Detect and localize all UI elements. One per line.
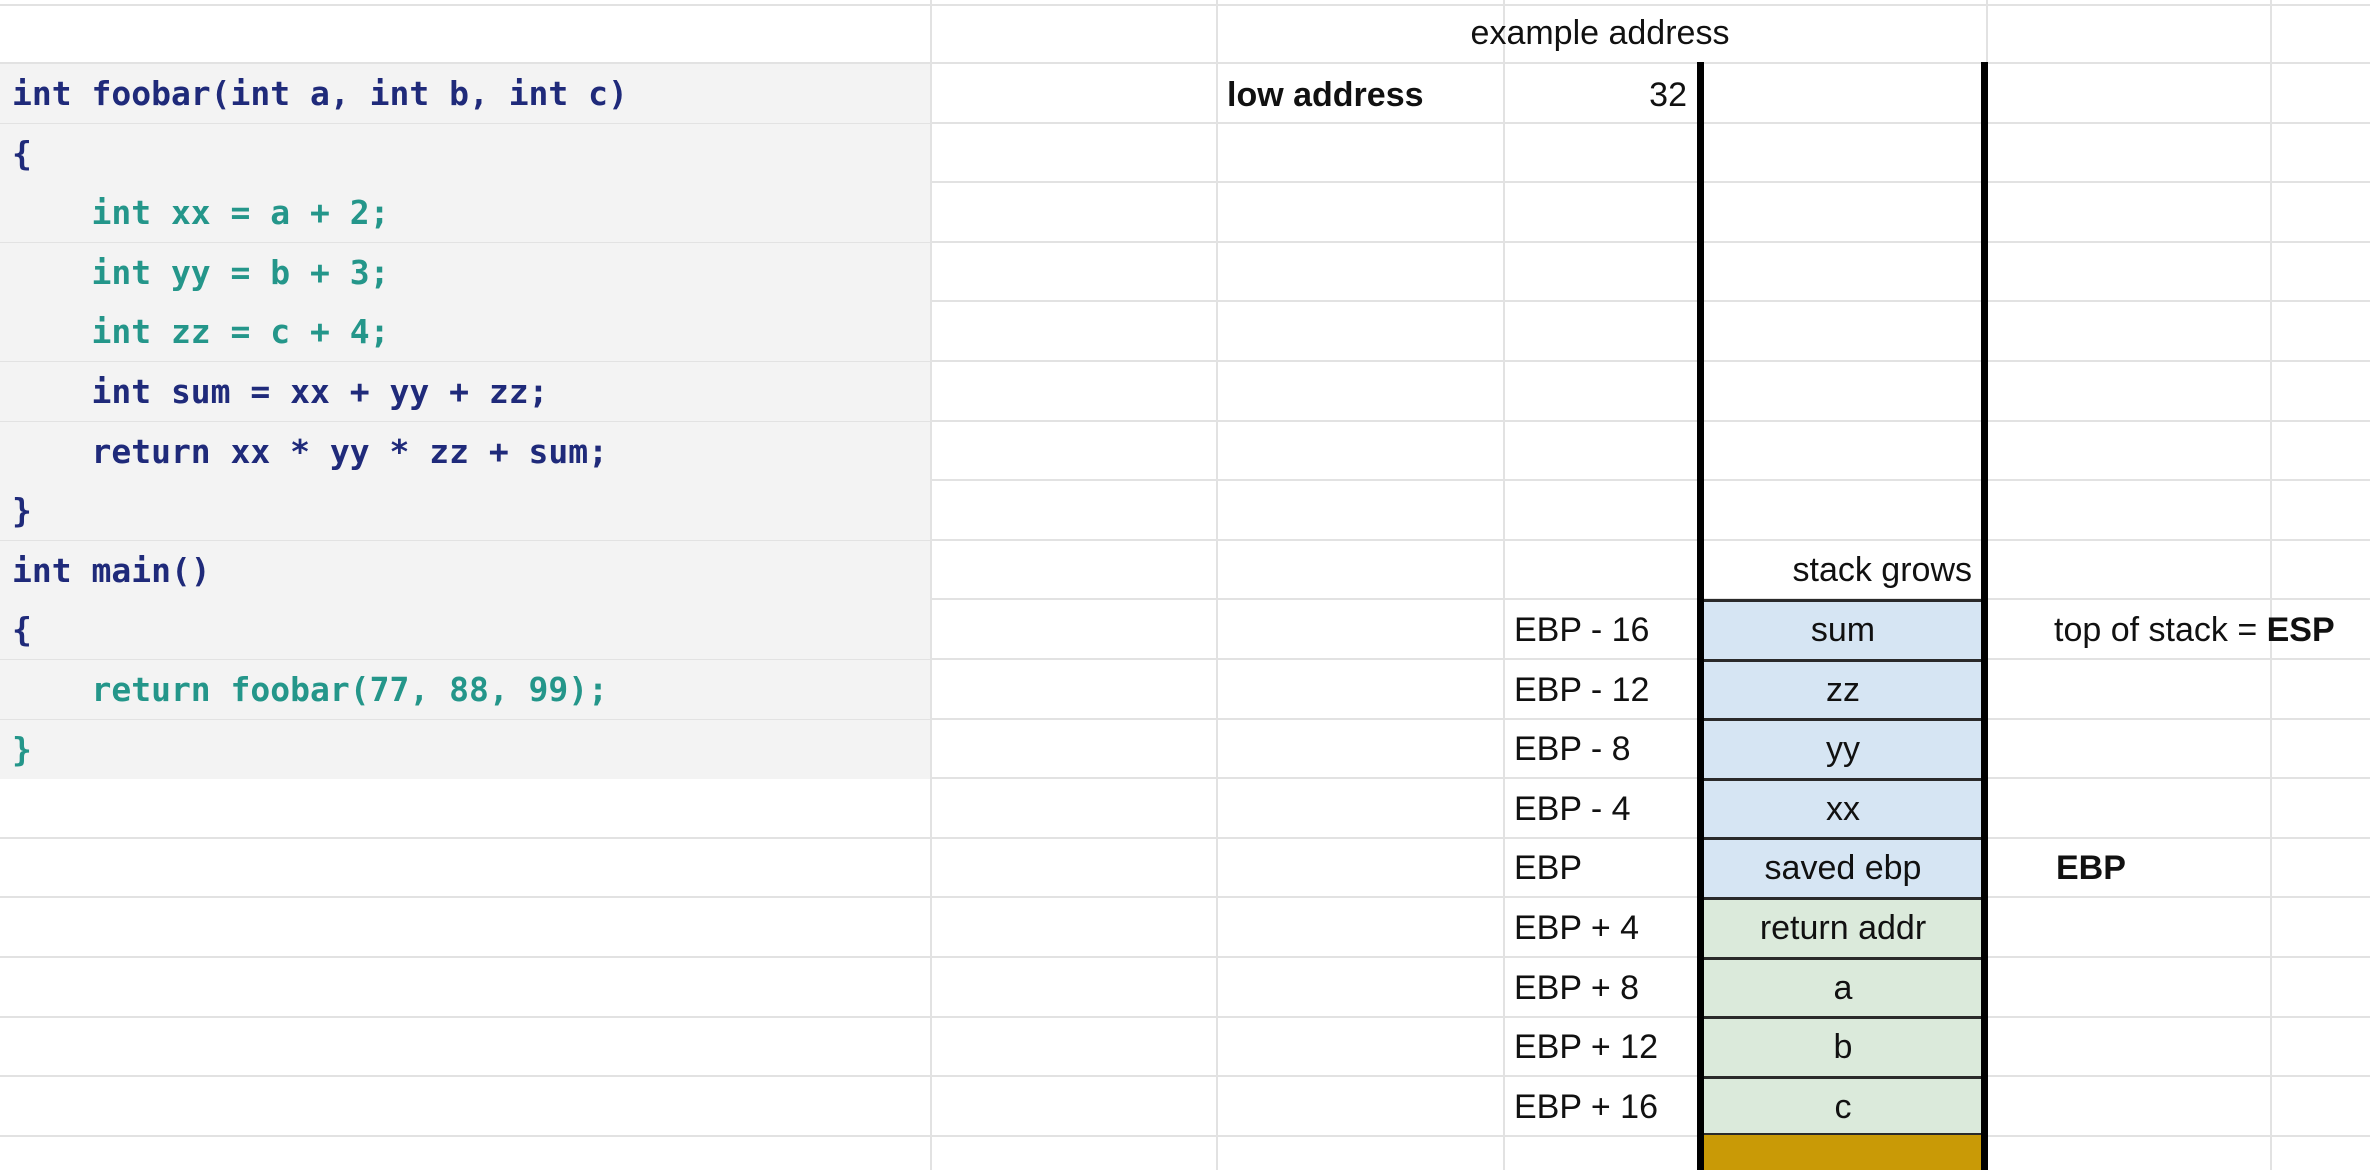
stack-slot-border bbox=[1702, 1016, 1984, 1019]
top-of-stack-text: top of stack = bbox=[2054, 611, 2267, 649]
gridline-col bbox=[1216, 0, 1218, 1170]
code-line[interactable]: { bbox=[0, 600, 930, 659]
stack-slot[interactable]: sum bbox=[1702, 601, 1984, 660]
code-line[interactable]: int zz = c + 4; bbox=[0, 302, 930, 361]
stack-slot-border bbox=[1702, 957, 1984, 960]
gridline-row bbox=[0, 956, 2370, 958]
stack-slot-border bbox=[1702, 778, 1984, 781]
stack-slot[interactable]: c bbox=[1702, 1078, 1984, 1137]
code-line[interactable]: int foobar(int a, int b, int c) bbox=[0, 64, 930, 123]
gridline-row bbox=[0, 896, 2370, 898]
gridline-row bbox=[0, 1075, 2370, 1077]
code-line[interactable]: } bbox=[0, 720, 930, 779]
code-line[interactable]: return xx * yy * zz + sum; bbox=[0, 422, 930, 481]
gridline-row bbox=[0, 837, 2370, 839]
stack-slot-border bbox=[1702, 1076, 1984, 1079]
code-line[interactable]: int main() bbox=[0, 541, 930, 600]
stack-slot[interactable]: b bbox=[1702, 1018, 1984, 1077]
stack-slot[interactable]: saved ebp bbox=[1702, 839, 1984, 898]
stack-slot-border bbox=[1702, 659, 1984, 662]
stack-offset-label[interactable]: EBP + 16 bbox=[1512, 1078, 1702, 1137]
stack-right-wall bbox=[1981, 62, 1988, 1170]
stack-slot[interactable]: return addr bbox=[1702, 899, 1984, 958]
esp-register: ESP bbox=[2266, 611, 2335, 649]
stack-slot[interactable]: zz bbox=[1702, 661, 1984, 720]
spreadsheet-grid[interactable]: example address int foobar(int a, int b,… bbox=[0, 0, 2370, 1170]
ebp-marker[interactable]: EBP bbox=[2056, 839, 2126, 898]
stack-slot-border bbox=[1702, 599, 1984, 602]
low-address-label[interactable]: low address bbox=[1227, 66, 1424, 125]
code-line[interactable]: return foobar(77, 88, 99); bbox=[0, 660, 930, 719]
top-of-stack-annotation[interactable]: top of stack = ESP bbox=[2054, 601, 2335, 660]
stack-offset-label[interactable]: EBP bbox=[1512, 839, 1702, 898]
stack-offset-label[interactable]: EBP - 12 bbox=[1512, 661, 1702, 720]
code-line[interactable]: int yy = b + 3; bbox=[0, 243, 930, 302]
stack-offset-label[interactable]: EBP - 4 bbox=[1512, 780, 1702, 839]
example-address-header[interactable]: example address bbox=[1216, 4, 1984, 62]
stack-slot-border bbox=[1702, 837, 1984, 840]
caller-frame-block bbox=[1702, 1135, 1984, 1170]
gridline-row bbox=[0, 1016, 2370, 1018]
stack-slot-border bbox=[1702, 718, 1984, 721]
gridline-col bbox=[1503, 0, 1505, 1170]
stack-offset-label[interactable]: EBP + 12 bbox=[1512, 1018, 1702, 1077]
code-line[interactable]: { bbox=[0, 124, 930, 183]
gridline-col bbox=[930, 0, 932, 1170]
stack-slot[interactable]: a bbox=[1702, 959, 1984, 1018]
stack-slot[interactable]: yy bbox=[1702, 720, 1984, 779]
stack-offset-label[interactable]: EBP + 4 bbox=[1512, 899, 1702, 958]
stack-offset-label[interactable]: EBP + 8 bbox=[1512, 959, 1702, 1018]
code-line[interactable]: int xx = a + 2; bbox=[0, 183, 930, 242]
code-line[interactable]: } bbox=[0, 481, 930, 540]
code-line[interactable]: int sum = xx + yy + zz; bbox=[0, 362, 930, 421]
stack-slot[interactable]: xx bbox=[1702, 780, 1984, 839]
low-address-value[interactable]: 32 bbox=[1503, 66, 1687, 125]
gridline-row bbox=[0, 4, 2370, 6]
stack-offset-label[interactable]: EBP - 8 bbox=[1512, 720, 1702, 779]
stack-offset-label[interactable]: EBP - 16 bbox=[1512, 601, 1702, 660]
stack-slot-border bbox=[1702, 897, 1984, 900]
gridline-col bbox=[2270, 0, 2272, 1170]
stack-grows-label[interactable]: stack grows bbox=[1702, 541, 1973, 600]
gridline-row bbox=[0, 1135, 2370, 1137]
stack-left-wall bbox=[1697, 62, 1704, 1170]
